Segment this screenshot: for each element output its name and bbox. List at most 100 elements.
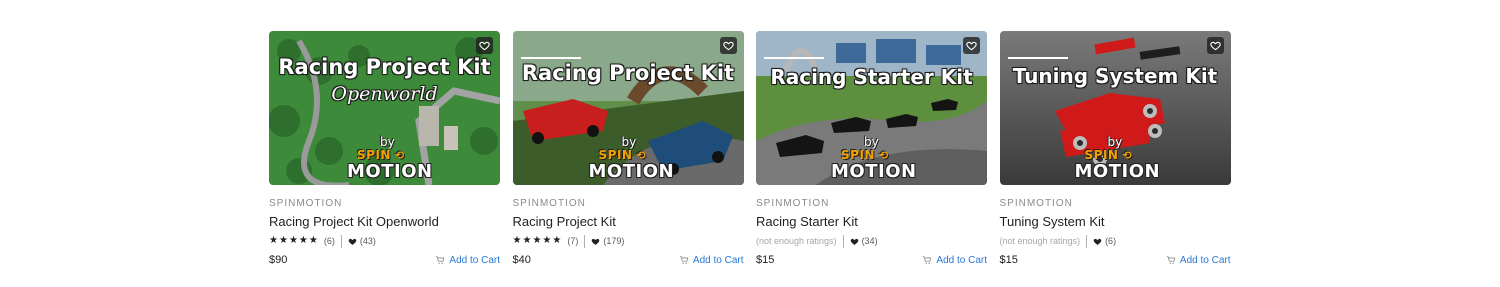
heart-outline-icon [479, 41, 490, 51]
wishlist-button[interactable] [963, 37, 980, 54]
star-icon: ★ [269, 235, 278, 246]
rating-count: (7) [567, 236, 579, 246]
price: $40 [512, 254, 531, 266]
star-rating: ★ ★ ★ ★ ★ [513, 236, 562, 246]
thumb-motion: MOTION [1074, 161, 1161, 182]
product-name[interactable]: Racing Project Kit [513, 214, 744, 230]
price-row: $90 Add to Cart [269, 252, 500, 268]
wishlist-button[interactable] [1206, 37, 1224, 54]
divider [584, 234, 586, 248]
star-rating: ★ ★ ★ ★ ★ [269, 236, 318, 246]
thumb-spin-text: SPIN [357, 148, 391, 162]
publisher-name[interactable]: SPINMOTION [513, 198, 744, 210]
rating-row: (not enough ratings) (6) [1000, 234, 1231, 248]
add-to-cart-label: Add to Cart [936, 254, 987, 266]
rating-status: (not enough ratings) [999, 236, 1081, 246]
heart-outline-icon [1209, 41, 1221, 51]
star-icon: ★ [298, 235, 308, 246]
star-icon: ★ [278, 235, 288, 246]
add-to-cart-label: Add to Cart [449, 254, 500, 266]
price: $15 [999, 254, 1018, 266]
star-icon: ★ [542, 235, 552, 246]
title-decor-line [520, 57, 581, 59]
heart-filled-icon [1093, 238, 1102, 245]
thumb-spin: SPIN ⟲ [1085, 148, 1133, 162]
favorites-count: (6) [1105, 236, 1117, 246]
cart-icon [679, 256, 689, 264]
add-to-cart-label: Add to Cart [1179, 254, 1231, 266]
rating-row: ★ ★ ★ ★ ★ (7) (179) [513, 234, 744, 248]
price-row: $15 Add to Cart [1000, 252, 1231, 268]
price-row: $40 Add to Cart [513, 252, 744, 268]
thumb-title-line1: Racing Starter Kit [770, 65, 973, 89]
star-icon: ★ [512, 235, 522, 246]
price: $90 [269, 254, 288, 266]
title-decor-line [764, 57, 824, 59]
thumb-by: by [380, 135, 395, 149]
product-thumbnail[interactable]: Tuning System Kit by SPIN ⟲ MOTION [999, 31, 1231, 185]
divider [340, 234, 342, 248]
thumb-title-line1: Racing Project Kit [278, 55, 491, 79]
add-to-cart-button[interactable]: Add to Cart [1166, 255, 1231, 266]
product-name[interactable]: Racing Project Kit Openworld [269, 214, 500, 230]
add-to-cart-button[interactable]: Add to Cart [435, 255, 500, 266]
thumb-title-line1: Racing Project Kit [521, 61, 735, 85]
product-grid: Racing Project Kit Openworld by SPIN ⟲ MO… [269, 31, 1231, 268]
star-icon: ★ [552, 235, 562, 246]
divider [1086, 234, 1088, 248]
cart-icon [436, 256, 445, 264]
thumb-title-line2: Openworld [331, 83, 438, 105]
thumb-motion: MOTION [347, 161, 433, 182]
product-thumbnail[interactable]: Racing Starter Kit by SPIN ⟲ MOTION [756, 31, 987, 185]
thumb-by: by [1107, 135, 1123, 149]
favorites-count: (34) [861, 236, 878, 246]
product-thumbnail[interactable]: Racing Project Kit Openworld by SPIN ⟲ MO… [269, 31, 500, 185]
thumb-spin-text: SPIN [841, 148, 875, 162]
thumb-motion: MOTION [588, 161, 675, 182]
favorites-count: (43) [359, 236, 376, 246]
add-to-cart-button[interactable]: Add to Cart [922, 255, 987, 266]
product-name[interactable]: Tuning System Kit [1000, 214, 1231, 230]
rating-row: ★ ★ ★ ★ ★ (6) (43) [269, 234, 500, 248]
favorites-count: (179) [603, 236, 625, 246]
thumb-motion: MOTION [831, 161, 917, 182]
title-decor-line [1007, 57, 1068, 59]
star-icon: ★ [308, 235, 318, 246]
thumb-spin-text: SPIN [598, 148, 633, 162]
publisher-name[interactable]: SPINMOTION [269, 198, 500, 210]
cart-icon [1166, 256, 1176, 264]
add-to-cart-label: Add to Cart [692, 254, 744, 266]
rating-status: (not enough ratings) [756, 236, 837, 246]
heart-filled-icon [592, 238, 600, 245]
heart-outline-icon [722, 41, 734, 51]
thumb-spin: SPIN ⟲ [357, 148, 405, 162]
heart-filled-icon [348, 238, 357, 245]
thumb-spin-text: SPIN [1084, 148, 1119, 162]
product-card: Racing Starter Kit by SPIN ⟲ MOTION SPINM… [756, 31, 987, 268]
thumb-title-line1: Tuning System Kit [1012, 64, 1218, 88]
heart-filled-icon [850, 238, 858, 245]
wishlist-button[interactable] [719, 37, 737, 54]
rating-row: (not enough ratings) (34) [756, 234, 987, 248]
product-name[interactable]: Racing Starter Kit [756, 214, 987, 230]
wishlist-button[interactable] [476, 37, 493, 54]
thumb-spin: SPIN ⟲ [841, 148, 889, 162]
heart-outline-icon [966, 41, 977, 51]
price-row: $15 Add to Cart [756, 252, 987, 268]
rating-count: (6) [323, 236, 335, 246]
product-card: Tuning System Kit by SPIN ⟲ MOTION SPINMO… [999, 31, 1231, 268]
star-icon: ★ [288, 235, 298, 246]
publisher-name[interactable]: SPINMOTION [1000, 198, 1231, 210]
thumb-spin: SPIN ⟲ [599, 148, 647, 162]
price: $15 [756, 254, 775, 266]
product-thumbnail[interactable]: Racing Project Kit by SPIN ⟲ MOTION [512, 31, 744, 185]
thumb-by: by [621, 135, 637, 149]
product-card: Racing Project Kit by SPIN ⟲ MOTION SPINM… [512, 31, 744, 268]
add-to-cart-button[interactable]: Add to Cart [679, 255, 744, 266]
thumb-by: by [864, 135, 879, 149]
divider [842, 234, 844, 248]
product-card: Racing Project Kit Openworld by SPIN ⟲ MO… [269, 31, 500, 268]
star-icon: ★ [522, 235, 532, 246]
publisher-name[interactable]: SPINMOTION [756, 198, 987, 210]
star-icon: ★ [532, 235, 542, 246]
